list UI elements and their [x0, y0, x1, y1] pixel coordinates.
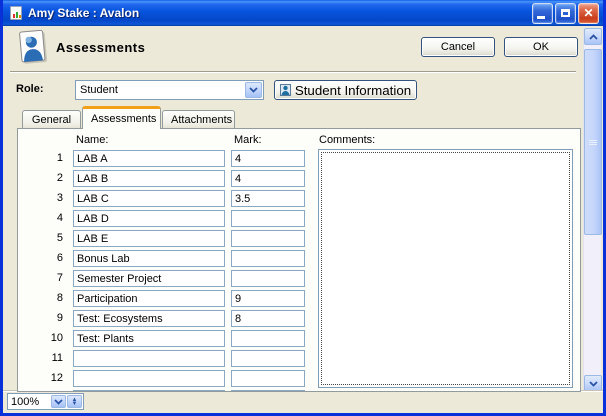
scrollbar-thumb[interactable] [584, 49, 602, 235]
window-title: Amy Stake : Avalon [28, 6, 532, 20]
comments-box [318, 149, 573, 388]
assessment-name-input[interactable] [73, 250, 225, 267]
assessment-mark-input[interactable] [231, 350, 305, 367]
zoom-spinner[interactable]: ▲ ▼ [67, 395, 82, 408]
tab-assessments[interactable]: Assessments [82, 106, 161, 129]
table-row: 3 [18, 190, 318, 210]
role-label: Role: [16, 83, 44, 95]
arrow-down-icon: ▼ [72, 402, 78, 406]
assessment-mark-input[interactable] [231, 390, 305, 392]
row-number: 10 [26, 332, 63, 344]
chevron-down-icon [54, 399, 63, 405]
row-number: 3 [26, 192, 63, 204]
assessment-name-input[interactable] [73, 270, 225, 287]
minimize-button[interactable] [532, 3, 553, 24]
assessment-mark-input[interactable] [231, 290, 305, 307]
row-number: 7 [26, 272, 63, 284]
row-number: 12 [26, 372, 63, 384]
tab-general[interactable]: General [22, 110, 81, 129]
assessment-name-input[interactable] [73, 370, 225, 387]
assessment-mark-input[interactable] [231, 230, 305, 247]
status-bar: 100% ▲ ▼ [3, 391, 603, 410]
header-divider [10, 71, 576, 73]
assessment-mark-input[interactable] [231, 330, 305, 347]
table-row: 9 [18, 310, 318, 330]
mark-column-header: Mark: [234, 134, 262, 146]
assessment-name-input[interactable] [73, 150, 225, 167]
row-number: 9 [26, 312, 63, 324]
table-row: 8 [18, 290, 318, 310]
assessments-panel: Name: Mark: Comments: 1 2 3 4 [17, 128, 581, 392]
assessment-mark-input[interactable] [231, 250, 305, 267]
comments-textarea[interactable] [319, 150, 572, 387]
assessment-mark-input[interactable] [231, 150, 305, 167]
assessment-mark-input[interactable] [231, 370, 305, 387]
close-icon: ✕ [583, 7, 593, 19]
chart-document-icon [8, 5, 24, 21]
maximize-icon [561, 9, 570, 17]
minimize-icon [537, 16, 545, 19]
table-row: 12 [18, 370, 318, 390]
table-row: 7 [18, 270, 318, 290]
assessment-name-input[interactable] [73, 170, 225, 187]
person-card-icon [17, 30, 51, 68]
ok-button[interactable]: OK [504, 37, 578, 57]
assessment-mark-input[interactable] [231, 310, 305, 327]
assessment-name-input[interactable] [73, 210, 225, 227]
chevron-down-icon[interactable] [245, 82, 262, 98]
table-row: 11 [18, 350, 318, 370]
name-column-header: Name: [76, 134, 108, 146]
table-row: 10 [18, 330, 318, 350]
table-row: 1 [18, 150, 318, 170]
title-bar: Amy Stake : Avalon ✕ [3, 0, 603, 26]
close-button[interactable]: ✕ [578, 3, 599, 24]
table-row: 5 [18, 230, 318, 250]
zoom-value: 100% [8, 396, 51, 408]
row-number: 2 [26, 172, 63, 184]
row-number: 5 [26, 232, 63, 244]
zoom-control[interactable]: 100% ▲ ▼ [7, 393, 84, 410]
chevron-down-icon [589, 381, 598, 387]
thumb-grip-icon [589, 139, 597, 146]
zoom-dropdown-button[interactable] [51, 395, 66, 408]
role-select[interactable]: Student [75, 80, 264, 100]
row-number: 4 [26, 212, 63, 224]
assessment-mark-input[interactable] [231, 210, 305, 227]
person-icon [280, 84, 291, 96]
assessment-name-input[interactable] [73, 230, 225, 247]
student-information-button[interactable]: Student Information [274, 80, 417, 100]
table-row-clipped [18, 390, 318, 392]
assessment-mark-input[interactable] [231, 190, 305, 207]
student-information-label: Student Information [295, 83, 411, 98]
maximize-button[interactable] [555, 3, 576, 24]
scroll-down-button[interactable] [584, 375, 602, 392]
role-selected-value: Student [76, 84, 244, 96]
chevron-up-icon [589, 34, 598, 40]
assessment-name-input[interactable] [73, 310, 225, 327]
assessment-name-input[interactable] [73, 350, 225, 367]
assessment-name-input[interactable] [73, 390, 225, 392]
dialog-window: Amy Stake : Avalon ✕ Assessments Cancel … [0, 0, 606, 416]
tab-attachments[interactable]: Attachments [162, 110, 235, 129]
scroll-up-button[interactable] [584, 28, 602, 45]
row-number: 6 [26, 252, 63, 264]
row-number: 11 [26, 352, 63, 364]
cancel-button[interactable]: Cancel [421, 37, 495, 57]
table-row: 4 [18, 210, 318, 230]
page-title: Assessments [56, 40, 145, 55]
assessment-mark-input[interactable] [231, 170, 305, 187]
row-number: 8 [26, 292, 63, 304]
assessment-name-input[interactable] [73, 330, 225, 347]
row-number: 1 [26, 152, 63, 164]
assessment-mark-input[interactable] [231, 270, 305, 287]
vertical-scrollbar[interactable] [583, 28, 601, 392]
table-row: 6 [18, 250, 318, 270]
assessment-name-input[interactable] [73, 290, 225, 307]
dialog-body: Assessments Cancel OK Role: Student Stud… [3, 26, 603, 410]
assessment-name-input[interactable] [73, 190, 225, 207]
comments-label: Comments: [319, 134, 375, 146]
table-row: 2 [18, 170, 318, 190]
